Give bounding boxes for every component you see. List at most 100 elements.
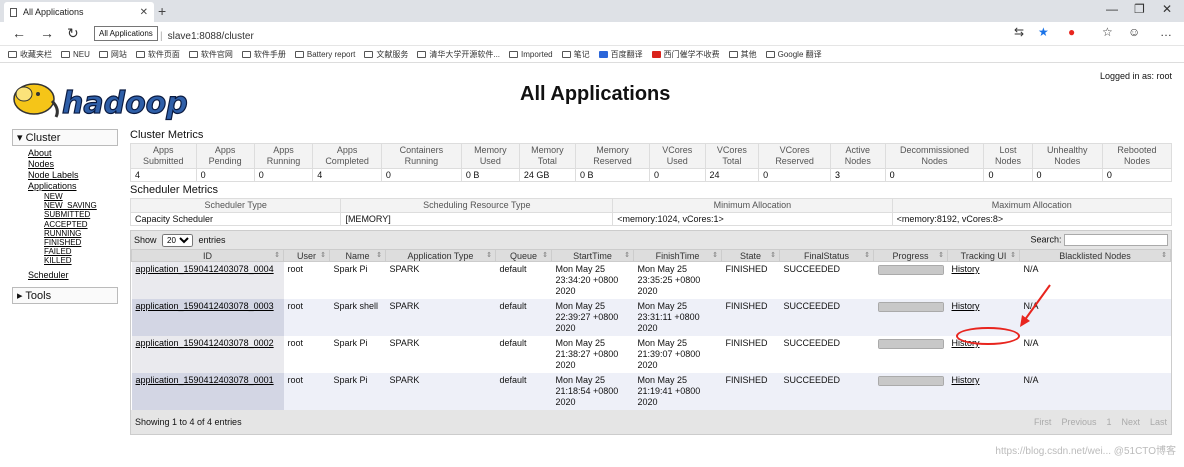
- sidebar-link-about[interactable]: About: [28, 148, 118, 159]
- metric-link[interactable]: 0: [988, 170, 993, 180]
- sort-icon: ⇕: [274, 251, 280, 259]
- application-id-link[interactable]: application_1590412403078_0002: [136, 338, 274, 348]
- column-header-label: Progress: [892, 250, 929, 261]
- bookmark-item[interactable]: NEU: [61, 50, 90, 59]
- bookmark-item[interactable]: Imported: [509, 50, 553, 59]
- logo-text: hadoop: [62, 86, 188, 121]
- pager-button[interactable]: Next: [1121, 417, 1140, 427]
- cell-start: Mon May 25 21:18:54 +0800 2020: [551, 373, 634, 410]
- bookmarks-bar: 收藏夹栏 NEU 网站 软件页面 软件官网 软件手册 Battery report 文献服务 清…: [0, 46, 1184, 63]
- cell-start: Mon May 25 23:34:20 +0800 2020: [551, 261, 634, 299]
- metric-header: Rebooted Nodes: [1101, 143, 1173, 169]
- column-header[interactable]: Progress ⇕: [873, 249, 948, 262]
- state-link-new[interactable]: NEW: [44, 192, 118, 201]
- column-header[interactable]: Name ⇕: [329, 249, 386, 262]
- metric-value: 0: [195, 168, 255, 182]
- pager-button[interactable]: Last: [1150, 417, 1167, 427]
- application-id-link[interactable]: application_1590412403078_0003: [136, 301, 274, 311]
- bookmark-item[interactable]: 清华大学开源软件...: [417, 49, 500, 60]
- bookmark-item[interactable]: Battery report: [294, 49, 356, 59]
- bookmark-item[interactable]: 软件页面: [135, 49, 180, 60]
- column-header[interactable]: Application Type ⇕: [385, 249, 496, 262]
- metric-header: Apps Completed: [312, 143, 382, 169]
- bookmark-item[interactable]: Google 翻译: [765, 49, 822, 60]
- sort-icon: ⇕: [1161, 251, 1167, 259]
- column-header[interactable]: FinalStatus ⇕: [779, 249, 874, 262]
- bookmark-item[interactable]: 百度翻译: [598, 49, 643, 60]
- favorite-star-icon[interactable]: ★: [1038, 25, 1049, 39]
- sidebar-link-node-labels[interactable]: Node Labels: [28, 170, 118, 181]
- metric-link[interactable]: 3: [835, 170, 840, 180]
- state-link-failed[interactable]: FAILED: [44, 247, 118, 256]
- application-id-link[interactable]: application_1590412403078_0004: [136, 264, 274, 274]
- bookmark-item[interactable]: 西门催学不收费: [651, 49, 720, 60]
- column-header-label: StartTime: [573, 250, 612, 261]
- state-link-running[interactable]: RUNNING: [44, 229, 118, 238]
- close-tab-icon[interactable]: ✕: [140, 7, 148, 18]
- pager-button[interactable]: 1: [1106, 417, 1111, 427]
- sort-icon: ⇕: [938, 251, 944, 259]
- column-header[interactable]: Blacklisted Nodes ⇕: [1019, 249, 1171, 262]
- column-header[interactable]: StartTime ⇕: [551, 249, 634, 262]
- bookmark-item[interactable]: 其他: [728, 49, 757, 60]
- metric-value: 3: [830, 168, 886, 182]
- search-input[interactable]: [1064, 234, 1168, 246]
- new-tab-icon[interactable]: +: [158, 3, 166, 19]
- bookmark-item[interactable]: 收藏夹栏: [8, 49, 52, 60]
- state-link-killed[interactable]: KILLED: [44, 256, 118, 265]
- bookmark-item[interactable]: 软件官网: [188, 49, 233, 60]
- scheduler-metrics-table: Scheduler Type Scheduling Resource Type Mi…: [129, 198, 1173, 226]
- cell-state: FINISHED: [721, 336, 780, 373]
- bookmark-icon: [188, 50, 198, 58]
- favorites-icon[interactable]: ☆: [1102, 25, 1113, 39]
- avatar[interactable]: ☺: [1128, 25, 1140, 39]
- history-link[interactable]: History: [952, 301, 980, 311]
- column-header-label: Application Type: [407, 250, 474, 261]
- close-window-icon[interactable]: ✕: [1162, 2, 1172, 16]
- reload-icon[interactable]: ↻: [67, 25, 79, 42]
- history-link[interactable]: History: [952, 375, 980, 385]
- pager-button[interactable]: Previous: [1061, 417, 1096, 427]
- pager-button[interactable]: First: [1034, 417, 1052, 427]
- maximize-icon[interactable]: ❐: [1134, 2, 1145, 16]
- browser-tab[interactable]: All Applications ✕: [4, 2, 154, 22]
- column-header[interactable]: Queue ⇕: [495, 249, 552, 262]
- bookmark-item[interactable]: 网站: [98, 49, 127, 60]
- state-link-accepted[interactable]: ACCEPTED: [44, 220, 118, 229]
- bookmark-label: 百度翻译: [610, 49, 643, 59]
- column-header[interactable]: State ⇕: [721, 249, 780, 262]
- more-icon[interactable]: …: [1160, 25, 1172, 39]
- state-link-finished[interactable]: FINISHED: [44, 238, 118, 247]
- back-icon[interactable]: ←: [12, 25, 26, 41]
- history-link[interactable]: History: [952, 264, 980, 274]
- sidebar-link-applications[interactable]: Applications: [28, 181, 118, 192]
- metric-link[interactable]: 0: [890, 170, 895, 180]
- column-header[interactable]: FinishTime ⇕: [633, 249, 722, 262]
- column-header[interactable]: ID ⇕: [131, 249, 284, 262]
- state-link-new-saving[interactable]: NEW_SAVING: [44, 201, 118, 210]
- metric-link[interactable]: 0: [1037, 170, 1042, 180]
- sidebar-link-nodes[interactable]: Nodes: [28, 159, 118, 170]
- tools-section-toggle[interactable]: ▸ Tools: [12, 286, 118, 304]
- column-header[interactable]: Tracking UI ⇕: [947, 249, 1020, 262]
- sidebar-link-scheduler[interactable]: Scheduler: [28, 270, 118, 281]
- column-header[interactable]: User ⇕: [283, 249, 330, 262]
- cell-id: application_1590412403078_0001: [131, 373, 284, 410]
- address-bar[interactable]: 全|slave1:8088/cluster: [145, 27, 254, 42]
- metric-header: VCores Used: [649, 143, 706, 169]
- bookmark-item[interactable]: 文献服务: [364, 49, 408, 60]
- adblock-icon[interactable]: ●: [1068, 25, 1075, 39]
- bookmark-item[interactable]: 软件手册: [241, 49, 286, 60]
- application-id-link[interactable]: application_1590412403078_0001: [136, 375, 274, 385]
- forward-icon[interactable]: →: [40, 25, 54, 41]
- page-size-select[interactable]: 20: [162, 233, 194, 247]
- translate-icon[interactable]: ⇆: [1014, 25, 1024, 39]
- sort-icon: ⇕: [864, 251, 870, 259]
- state-link-submitted[interactable]: SUBMITTED: [44, 210, 118, 219]
- metric-link[interactable]: 0: [1107, 170, 1112, 180]
- bookmark-label: Battery report: [306, 49, 356, 59]
- cluster-section-toggle[interactable]: ▾ Cluster: [12, 129, 118, 146]
- bookmark-item[interactable]: 笔记: [561, 49, 590, 60]
- metric-header: VCores Total: [704, 143, 760, 169]
- minimize-icon[interactable]: —: [1106, 2, 1118, 16]
